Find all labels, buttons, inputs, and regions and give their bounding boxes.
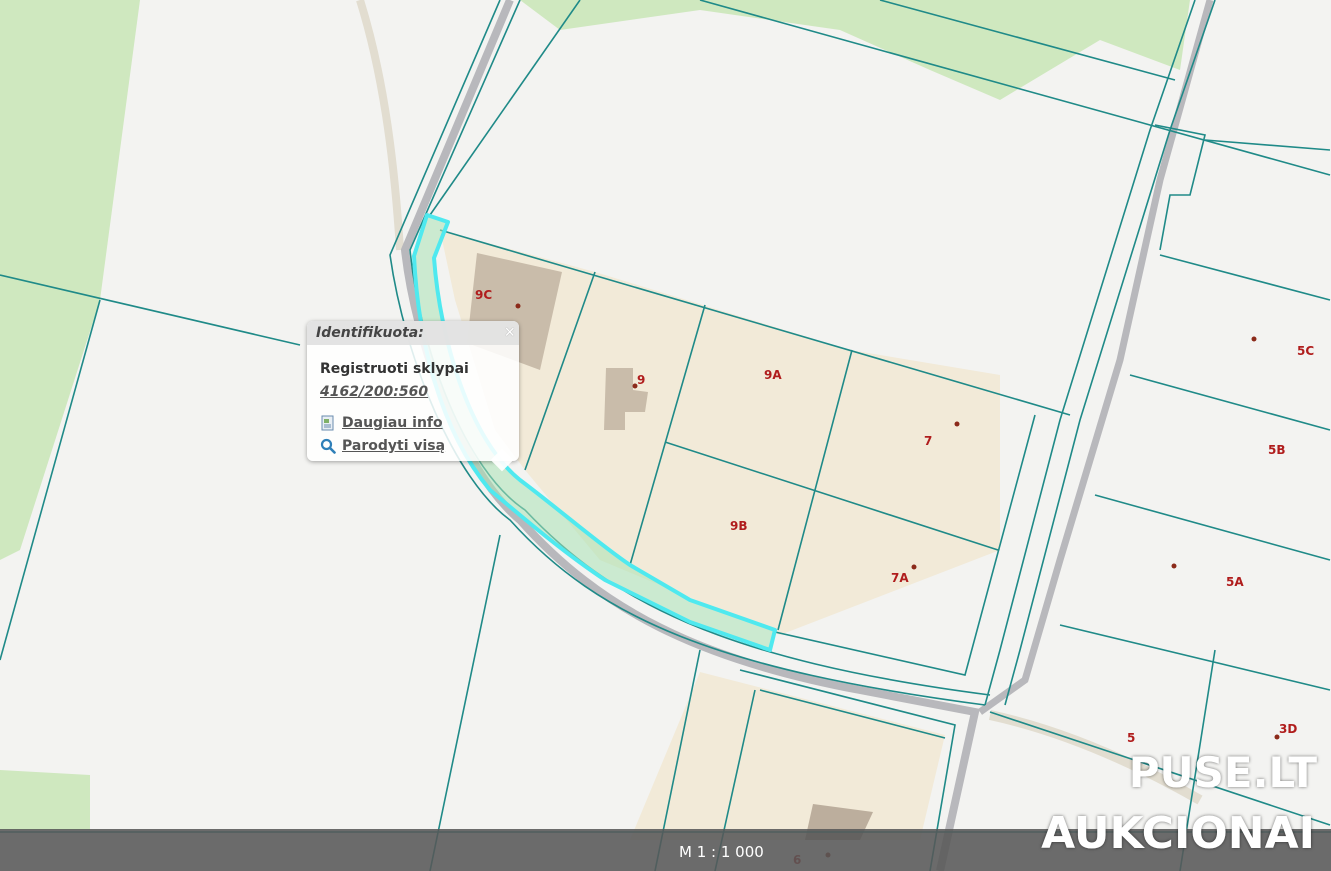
parcel-label-9: 9 xyxy=(637,373,645,387)
parcel-label-7: 7 xyxy=(924,434,932,448)
close-icon[interactable]: × xyxy=(504,322,515,342)
green-area-bottom-left xyxy=(0,770,90,830)
parcel-label-9c: 9C xyxy=(475,288,492,302)
identify-popup: Identifikuota: × Registruoti sklypai 416… xyxy=(307,321,519,472)
parcel-label-9a: 9A xyxy=(764,368,782,382)
parcel-label-5c: 5C xyxy=(1297,344,1314,358)
scale-label: M 1 : 1 000 xyxy=(679,843,764,861)
cadastral-map[interactable]: 9C 9 9A 7 9B 7A 5C 5B 5A 5 3D 6 xyxy=(0,0,1331,871)
popup-title: Identifikuota: xyxy=(316,325,424,341)
popup-layer-name: Registruoti sklypai xyxy=(320,361,469,377)
show-all-link[interactable]: Parodyti visą xyxy=(320,438,445,454)
parcel-id-link[interactable]: 4162/200:560 xyxy=(320,384,428,400)
watermark-line-2: AUKCIONAI xyxy=(1041,808,1315,859)
popup-header: Identifikuota: × xyxy=(307,321,519,345)
document-icon xyxy=(321,415,334,431)
parcel-label-7a: 7A xyxy=(891,571,909,585)
parcel-label-3d: 3D xyxy=(1279,722,1297,736)
show-all-label: Parodyti visą xyxy=(342,438,446,454)
parcel-label-5a: 5A xyxy=(1226,575,1244,589)
more-info-link[interactable]: Daugiau info xyxy=(320,415,443,431)
magnifier-icon xyxy=(320,438,336,454)
watermark-line-1: PUSE.LT xyxy=(1128,748,1317,797)
parcel-label-5b: 5B xyxy=(1268,443,1286,457)
parcel-label-5: 5 xyxy=(1127,731,1135,745)
more-info-label: Daugiau info xyxy=(342,415,443,431)
parcel-label-9b: 9B xyxy=(730,519,748,533)
